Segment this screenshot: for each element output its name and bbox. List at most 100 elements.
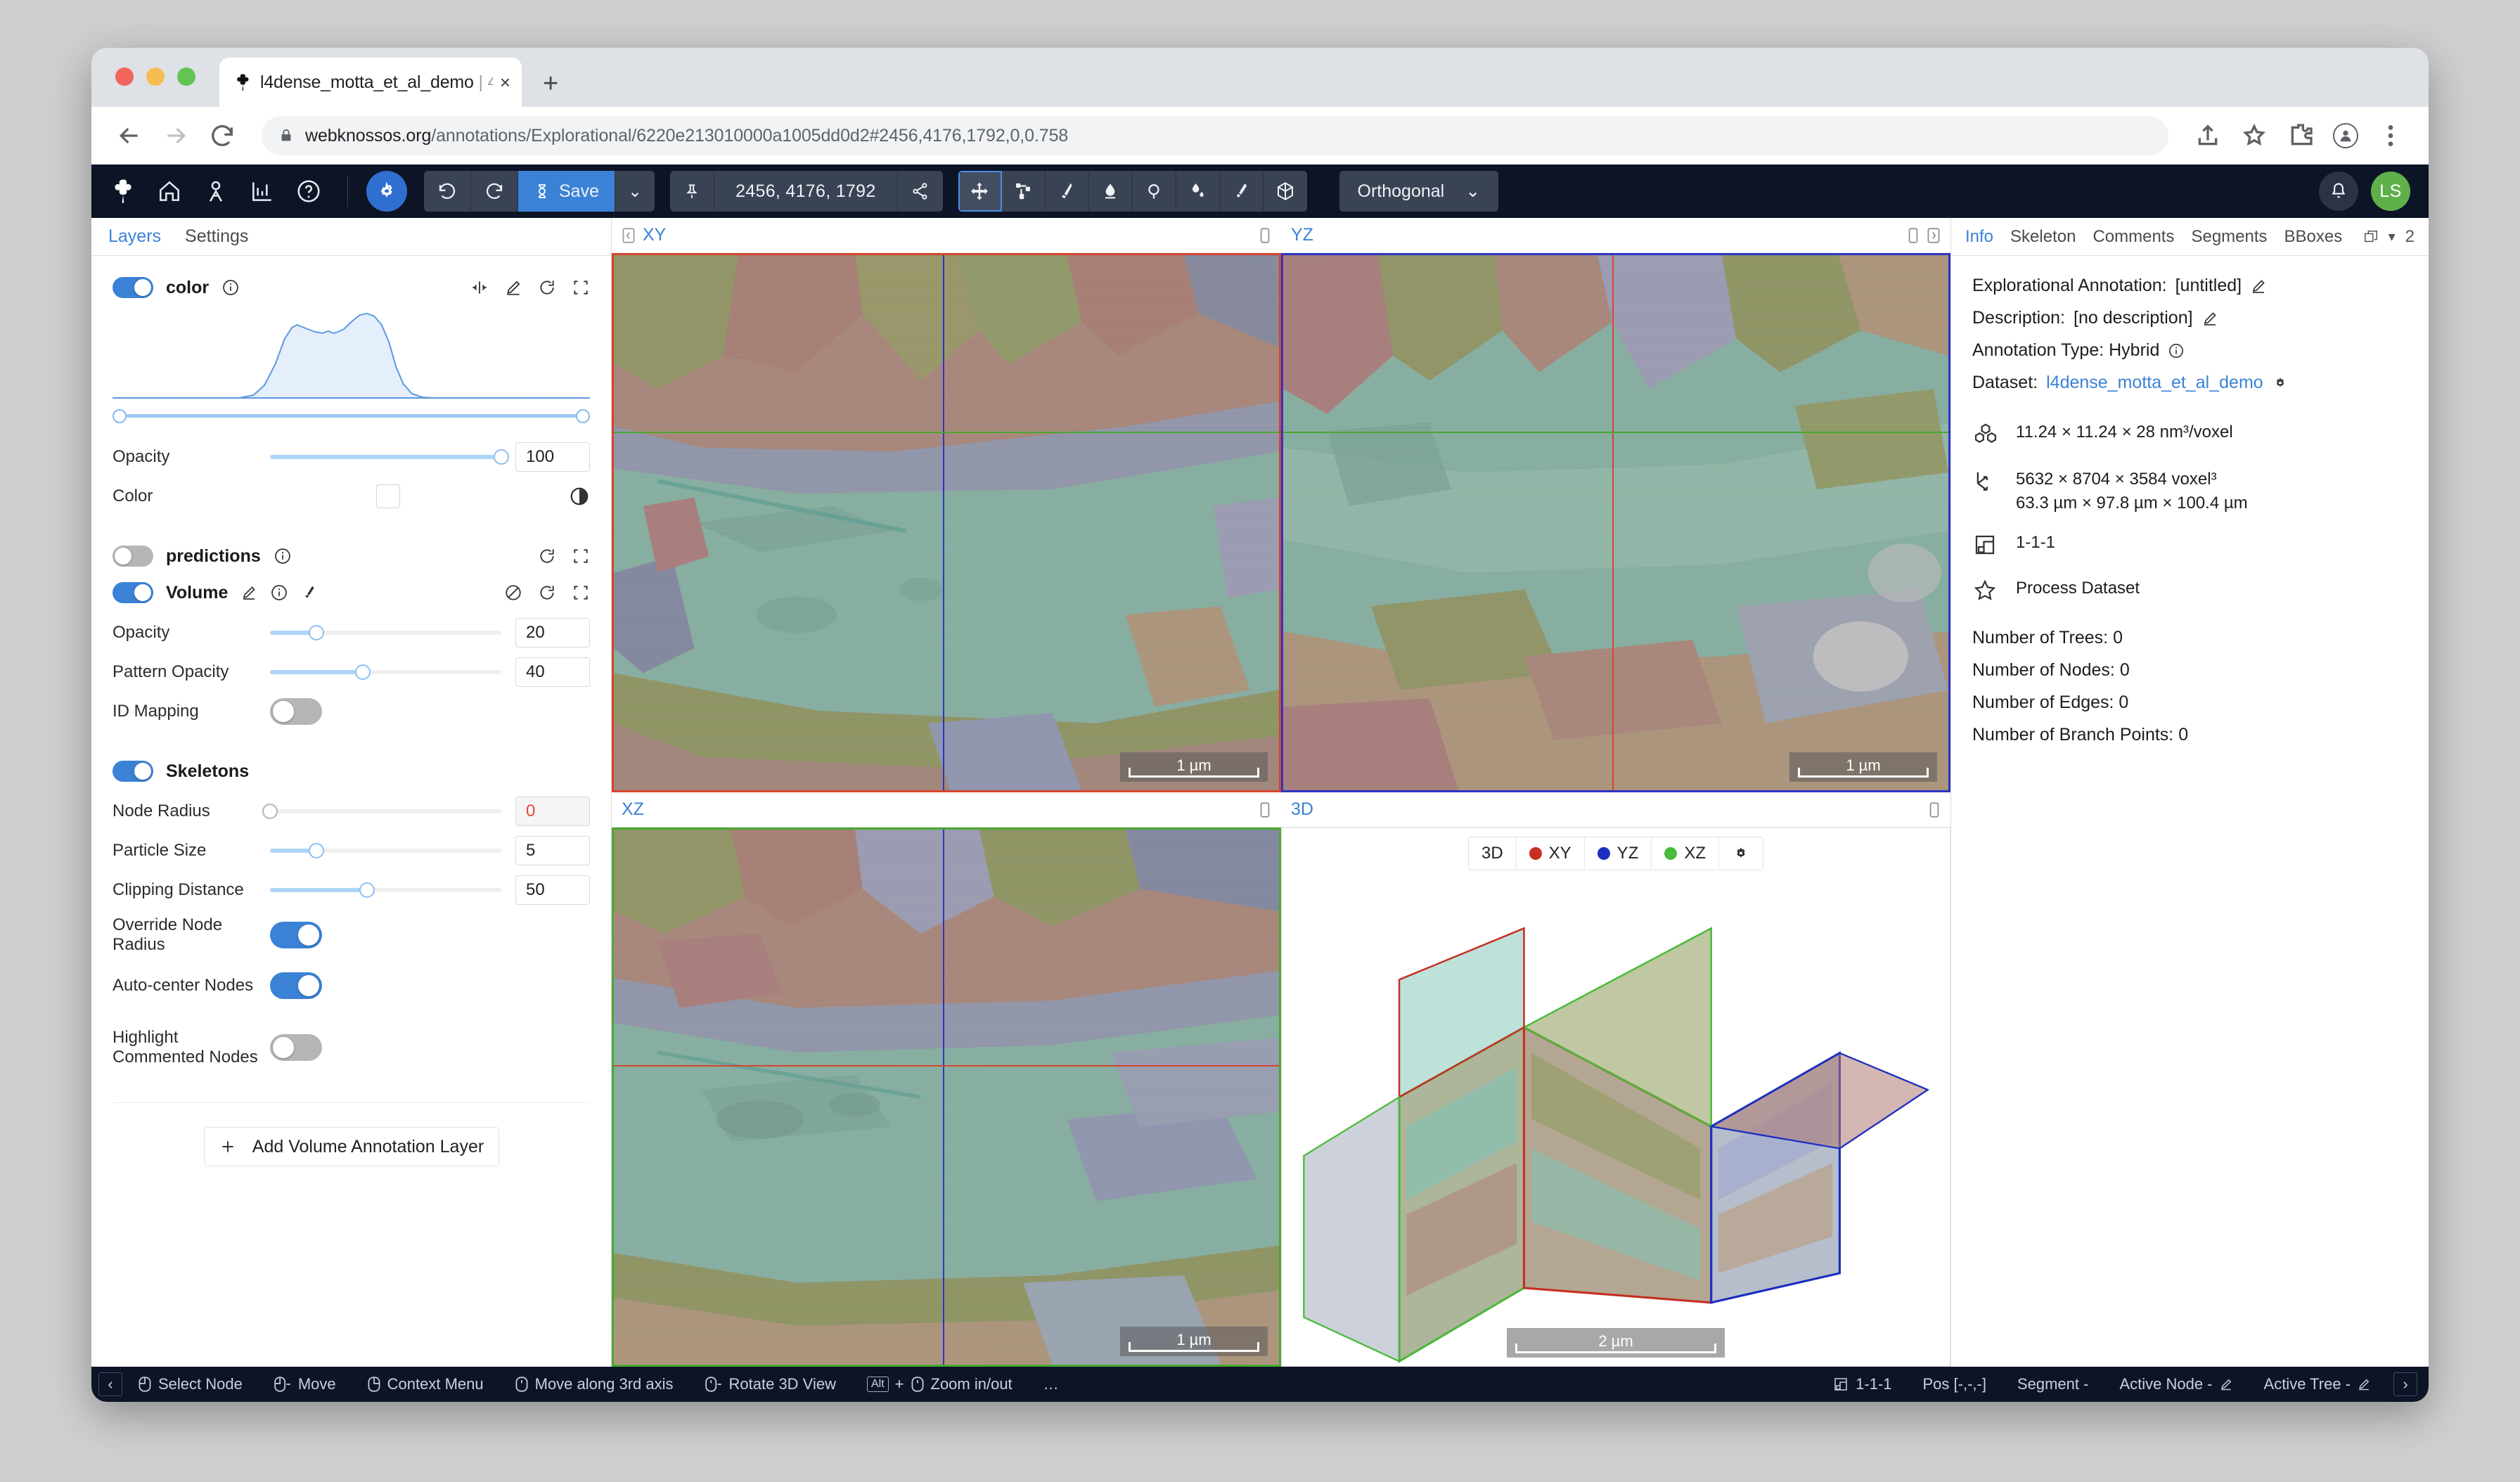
viewport-xz-canvas[interactable]: 1 µm — [612, 827, 1281, 1367]
edit-icon[interactable] — [240, 584, 257, 601]
chevron-down-icon[interactable]: ▾ — [2389, 228, 2396, 245]
view-mode-dropdown[interactable]: Orthogonal ⌄ — [1339, 171, 1499, 212]
info-icon[interactable] — [2168, 342, 2185, 359]
undo-button[interactable] — [424, 171, 471, 212]
reload-icon[interactable] — [538, 547, 556, 565]
tab-overflow-badge[interactable]: 2 — [2405, 227, 2415, 247]
extensions-icon[interactable] — [2287, 122, 2315, 150]
dataset-link[interactable]: l4dense_motta_et_al_demo — [2046, 373, 2263, 393]
reload-icon[interactable] — [208, 122, 236, 150]
vp3d-button-yz[interactable]: YZ — [1585, 837, 1652, 870]
user-avatar[interactable]: LS — [2371, 172, 2410, 211]
viewport-xy-canvas[interactable]: 1 µm — [612, 253, 1281, 792]
particle-size-input[interactable]: 5 — [515, 836, 590, 865]
histogram-range-slider[interactable] — [112, 405, 590, 426]
collapse-left-sidebar-button[interactable]: ‹ — [98, 1372, 122, 1396]
position-input[interactable]: 2456, 4176, 1792 — [714, 171, 898, 212]
eraser-tool-button[interactable] — [1088, 171, 1133, 212]
pin-position-button[interactable] — [670, 171, 715, 212]
node-radius-input[interactable]: 0 — [515, 797, 590, 826]
layer-volume-toggle[interactable] — [112, 582, 153, 603]
gear-icon[interactable] — [2272, 375, 2289, 392]
histogram-range-max-handle[interactable] — [576, 409, 590, 423]
clipping-distance-input[interactable]: 50 — [515, 875, 590, 905]
slider-handle[interactable] — [308, 625, 324, 640]
volume-opacity-input[interactable]: 20 — [515, 618, 590, 647]
disable-icon[interactable] — [504, 584, 522, 602]
window-traffic-lights[interactable] — [115, 67, 195, 86]
clover-logo-icon[interactable] — [110, 177, 138, 205]
maximize-icon[interactable] — [1907, 226, 1920, 245]
slider-handle[interactable] — [354, 664, 371, 680]
auto-center-nodes-toggle[interactable] — [270, 972, 322, 999]
minimize-window-button[interactable] — [146, 67, 165, 86]
collapse-right-sidebar-button[interactable]: › — [2393, 1372, 2417, 1396]
volume-opacity-slider[interactable] — [270, 625, 501, 640]
skeleton-tool-button[interactable] — [1001, 171, 1046, 212]
browser-tab[interactable]: l4dense_motta_et_al_demo | 4 × — [219, 58, 522, 107]
save-button[interactable]: Save — [518, 171, 615, 212]
trace-tool-button[interactable] — [1132, 171, 1176, 212]
user-icon[interactable] — [202, 178, 229, 205]
kebab-menu-icon[interactable] — [2377, 122, 2405, 150]
tab-layers[interactable]: Layers — [108, 226, 161, 247]
slider-handle[interactable] — [494, 449, 509, 465]
bookmark-star-icon[interactable] — [2240, 122, 2268, 150]
new-tab-button[interactable]: + — [543, 70, 558, 97]
edit-icon[interactable] — [2201, 310, 2218, 327]
close-window-button[interactable] — [115, 67, 134, 86]
clip-histogram-icon[interactable] — [470, 278, 489, 297]
maximize-icon[interactable] — [1928, 801, 1941, 819]
layer-predictions-toggle[interactable] — [112, 546, 153, 567]
redo-button[interactable] — [471, 171, 518, 212]
share-position-button[interactable] — [897, 171, 943, 212]
viewport-3d-canvas[interactable]: 3D XY YZ XZ 2 µm — [1281, 827, 1950, 1367]
vp3d-button-xz[interactable]: XZ — [1652, 837, 1720, 870]
vp3d-button-xy[interactable]: XY — [1517, 837, 1585, 870]
slider-handle[interactable] — [359, 882, 375, 898]
edit-icon[interactable] — [2357, 1377, 2371, 1391]
id-mapping-toggle[interactable] — [270, 698, 322, 725]
tab-segments[interactable]: Segments — [2191, 227, 2267, 247]
url-bar[interactable]: webknossos.org/annotations/Explorational… — [262, 116, 2168, 155]
maximize-icon[interactable] — [1259, 801, 1271, 819]
maximize-window-button[interactable] — [177, 67, 195, 86]
edit-icon[interactable] — [2219, 1377, 2233, 1391]
brush-tool-button[interactable] — [1045, 171, 1089, 212]
bounding-box-tool-button[interactable] — [1263, 171, 1307, 212]
pick-cell-tool-button[interactable] — [1219, 171, 1264, 212]
color-picker-swatch[interactable] — [375, 484, 400, 508]
close-icon[interactable]: × — [500, 73, 510, 91]
volume-pattern-opacity-slider[interactable] — [270, 664, 501, 680]
override-node-radius-toggle[interactable] — [270, 922, 322, 948]
tab-bboxes[interactable]: BBoxes — [2284, 227, 2343, 247]
vp3d-settings-button[interactable] — [1719, 837, 1763, 870]
share-icon[interactable] — [2194, 122, 2222, 150]
color-opacity-input[interactable]: 100 — [515, 442, 590, 472]
profile-avatar[interactable] — [2333, 123, 2358, 148]
tab-skeleton[interactable]: Skeleton — [2010, 227, 2076, 247]
tab-comments[interactable]: Comments — [2092, 227, 2174, 247]
save-dropdown-button[interactable]: ⌄ — [615, 171, 655, 212]
particle-size-slider[interactable] — [270, 843, 501, 858]
tab-settings[interactable]: Settings — [185, 226, 248, 247]
restore-panel-icon[interactable] — [2363, 229, 2379, 245]
notifications-button[interactable] — [2319, 172, 2358, 211]
volume-pattern-opacity-input[interactable]: 40 — [515, 657, 590, 687]
reload-icon[interactable] — [538, 278, 556, 297]
slider-handle[interactable] — [308, 843, 324, 858]
next-slice-icon[interactable] — [1927, 226, 1941, 245]
back-icon[interactable] — [115, 122, 143, 150]
layer-skeletons-toggle[interactable] — [112, 761, 153, 782]
fit-to-data-icon[interactable] — [572, 547, 590, 565]
settings-button[interactable] — [366, 171, 407, 212]
info-icon[interactable] — [270, 584, 288, 602]
layer-color-toggle[interactable] — [112, 277, 153, 298]
info-icon[interactable] — [221, 278, 240, 297]
fit-to-data-icon[interactable] — [572, 278, 590, 297]
home-icon[interactable] — [156, 178, 183, 205]
add-volume-annotation-layer-button[interactable]: Add Volume Annotation Layer — [203, 1127, 499, 1166]
reload-icon[interactable] — [538, 584, 556, 602]
histogram-range-min-handle[interactable] — [112, 409, 127, 423]
process-dataset-link[interactable]: Process Dataset — [2016, 576, 2140, 600]
